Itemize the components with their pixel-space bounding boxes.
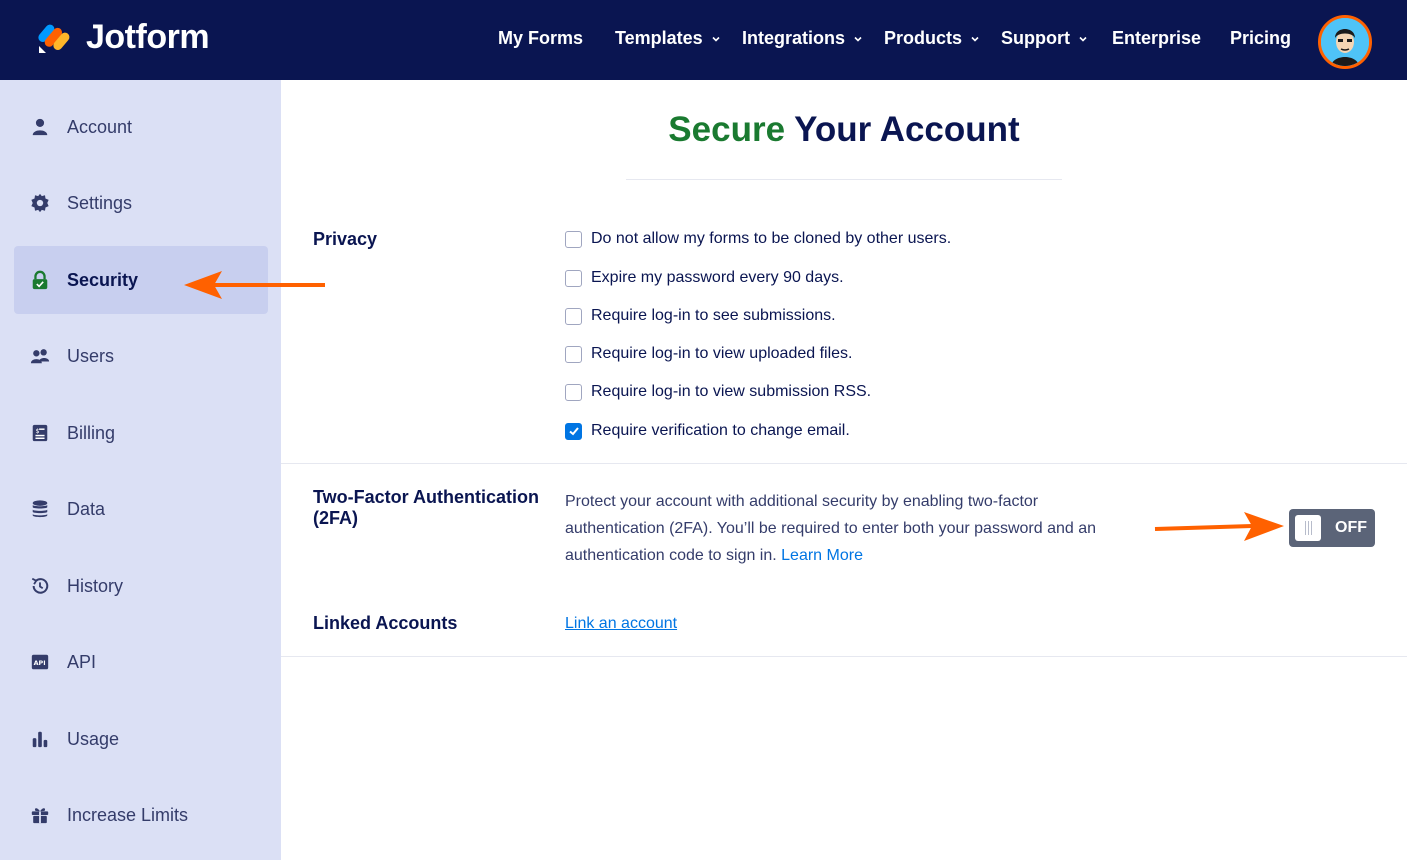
chevron-down-icon [1079,36,1087,42]
checkbox[interactable] [565,345,582,363]
page-title-rest: Your Account [785,110,1020,149]
nav-pricing[interactable]: Pricing [1230,28,1291,49]
nav-templates[interactable]: Templates [615,28,721,49]
annotation-arrow-security [184,271,325,299]
sidebar-item-label: Billing [67,422,116,443]
sidebar-item-usage[interactable]: Usage [14,705,268,773]
sidebar-item-label: History [67,575,124,596]
privacy-option-label: Require verification to change email. [591,422,850,439]
nav-label: Integrations [742,28,846,48]
sidebar-item-label: Increase Limits [67,804,189,825]
svg-text:API: API [34,660,46,667]
sidebar-item-label: Data [67,498,106,519]
checkbox[interactable] [565,383,582,401]
sidebar-item-increase-limits[interactable]: Increase Limits [14,781,268,849]
sidebar-item-api[interactable]: API API [14,628,268,696]
privacy-option-login-submissions[interactable]: Require log-in to see submissions. [565,307,836,325]
page-title-accent: Secure [668,110,786,149]
security-settings-panel: Secure Your Account Privacy Do not allow… [281,80,1407,860]
avatar-portrait-icon [1321,18,1369,66]
learn-more-link[interactable]: Learn More [781,547,863,564]
sidebar-item-history[interactable]: History [14,552,268,620]
sidebar-item-settings[interactable]: Settings [14,169,268,237]
nav-my-forms[interactable]: My Forms [498,28,583,49]
link-account-link[interactable]: Link an account [565,615,677,633]
user-icon [29,116,51,138]
nav-label: Enterprise [1112,28,1202,48]
gear-icon [29,192,51,214]
privacy-option-label: Require log-in to see submissions. [591,307,836,324]
billing-icon: $ [29,422,51,444]
nav-enterprise[interactable]: Enterprise [1112,28,1201,49]
section-divider [281,656,1407,657]
section-divider [281,463,1407,464]
settings-sidebar: Account Settings Security Users $ Billin… [0,80,281,860]
nav-label: Support [1001,28,1070,48]
checkbox[interactable] [565,269,582,287]
privacy-option-login-uploads[interactable]: Require log-in to view uploaded files. [565,345,852,363]
privacy-option-label: Do not allow my forms to be cloned by ot… [591,230,952,247]
sidebar-item-label: Users [67,345,115,366]
sidebar-item-label: Security [67,269,139,290]
privacy-label: Privacy [313,229,378,249]
jotform-logo[interactable]: Jotform [36,18,210,57]
nav-label: Pricing [1230,28,1292,48]
privacy-option-login-rss[interactable]: Require log-in to view submission RSS. [565,383,871,401]
two-factor-description: Protect your account with additional sec… [565,488,1125,569]
sidebar-item-data[interactable]: Data [14,475,268,543]
privacy-option-label: Require log-in to view uploaded files. [591,345,853,362]
sidebar-item-label: Account [67,116,133,137]
two-factor-label: Two-Factor Authentication (2FA) [313,487,539,528]
nav-label: My Forms [498,28,584,48]
svg-text:$: $ [35,428,39,435]
nav-label: Products [884,28,963,48]
top-navigation-bar: Jotform My Forms Templates Integrations … [0,0,1407,80]
sidebar-item-label: Settings [67,192,133,213]
user-avatar[interactable] [1318,15,1372,69]
nav-integrations[interactable]: Integrations [742,28,863,49]
checkbox[interactable] [565,307,582,325]
toggle-knob [1295,515,1321,541]
sidebar-item-billing[interactable]: $ Billing [14,399,268,467]
privacy-option-label: Require log-in to view submission RSS. [591,383,872,400]
chevron-down-icon [971,36,979,42]
nav-products[interactable]: Products [884,28,980,49]
history-icon [29,575,51,597]
privacy-option-expire-password[interactable]: Expire my password every 90 days. [565,269,844,287]
checkbox[interactable] [565,230,582,248]
users-icon [29,345,51,367]
privacy-option-verify-email[interactable]: Require verification to change email. [565,422,850,440]
sidebar-item-users[interactable]: Users [14,322,268,390]
checkbox-checked[interactable] [565,422,582,440]
lock-icon [29,269,51,291]
page-title: Secure Your Account [281,110,1407,150]
sidebar-item-account[interactable]: Account [14,93,268,161]
nav-label: Templates [615,28,703,48]
title-divider [626,179,1062,180]
privacy-option-label: Expire my password every 90 days. [591,269,844,286]
database-icon [29,498,51,520]
api-icon: API [29,651,51,673]
checkmark-icon [568,427,579,436]
bar-chart-icon [29,728,51,750]
sidebar-item-label: API [67,651,97,672]
gift-icon [29,804,51,826]
logo-text: Jotform [86,18,210,56]
jotform-logo-icon [38,24,70,53]
nav-support[interactable]: Support [1001,28,1088,49]
chevron-down-icon [712,36,720,42]
linked-accounts-label: Linked Accounts [313,613,458,633]
toggle-state: OFF [1335,519,1367,536]
privacy-option-no-clone[interactable]: Do not allow my forms to be cloned by ot… [565,230,951,248]
chevron-down-icon [854,36,862,42]
two-factor-toggle[interactable]: OFF [1289,509,1375,547]
annotation-arrow-toggle [1154,512,1284,541]
sidebar-item-label: Usage [67,728,120,749]
